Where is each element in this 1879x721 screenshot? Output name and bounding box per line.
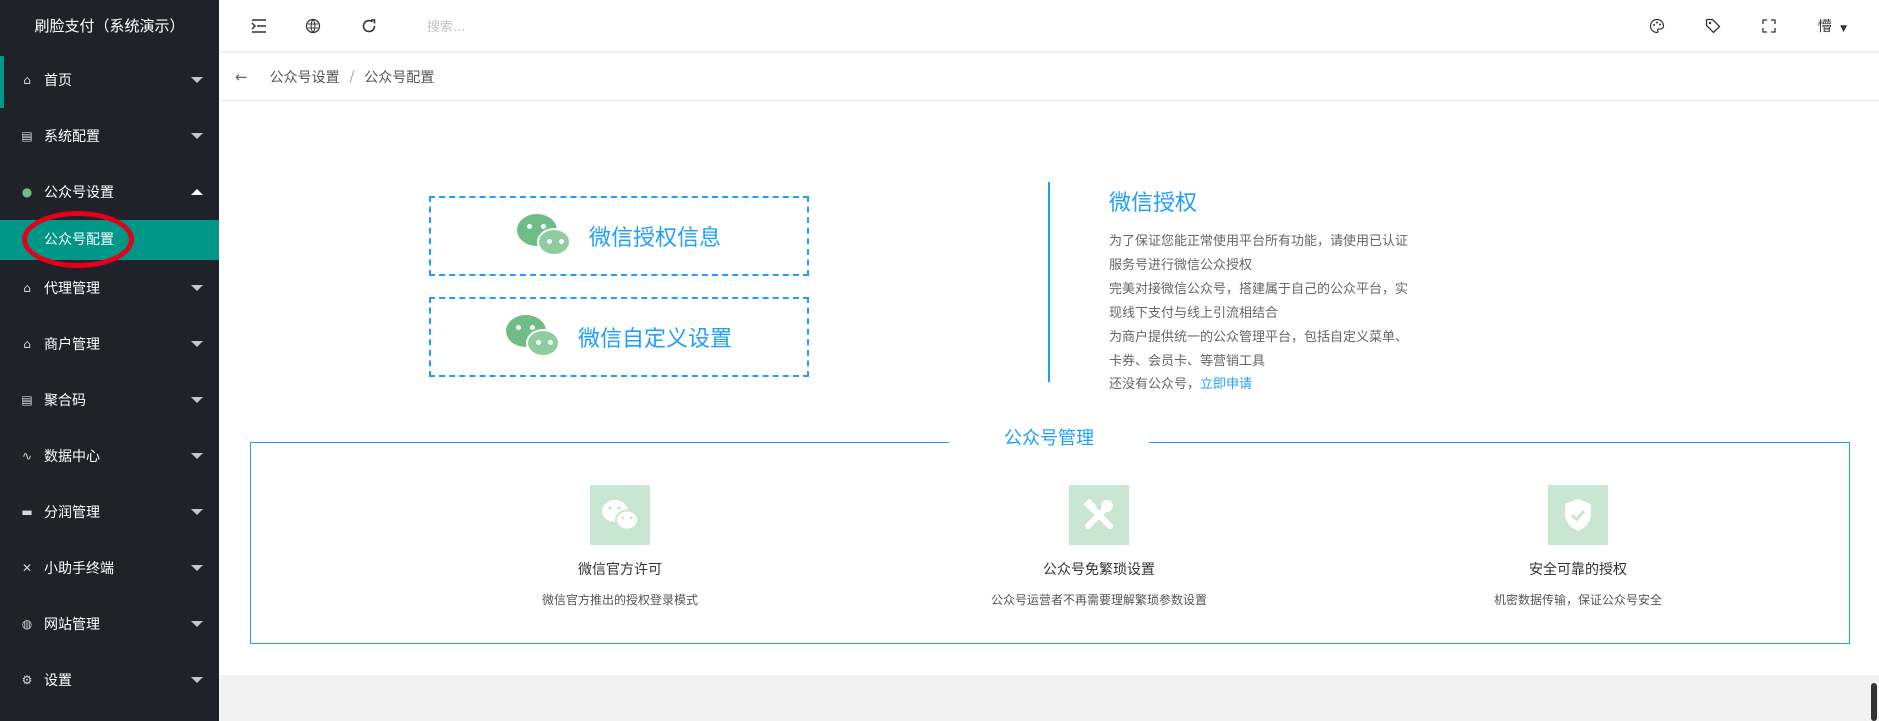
sidebar-item-aggregate-code[interactable]: ▤ 聚合码: [0, 372, 219, 428]
wechat-auth-info-label: 微信授权信息: [588, 226, 721, 251]
sidebar-item-label: 系统配置: [44, 129, 100, 145]
monitor-icon: ▬: [21, 505, 33, 519]
breadcrumb-item[interactable]: 公众号设置: [270, 67, 340, 87]
sidebar-item-settings[interactable]: ⚙ 设置: [0, 652, 219, 708]
back-arrow-icon[interactable]: ←: [235, 68, 248, 86]
search-input[interactable]: 搜索...: [427, 16, 465, 35]
sidebar-item-official-account[interactable]: ● 公众号设置: [0, 164, 219, 220]
management-title: 公众号管理: [949, 424, 1149, 450]
auth-paragraph: 为了保证您能正常使用平台所有功能，请使用已认证服务号进行微信公众授权: [1109, 234, 1409, 273]
wechat-custom-settings-button[interactable]: 微信自定义设置: [429, 297, 809, 377]
chevron-down-icon: [191, 77, 203, 83]
sidebar-item-label: 商户管理: [44, 337, 100, 353]
feature-easy-setup: 公众号免繁琐设置 公众号运营者不再需要理解繁琐参数设置: [929, 485, 1269, 608]
auth-paragraph: 为商户提供统一的公众管理平台，包括自定义菜单、卡券、会员卡、等营销工具: [1109, 330, 1409, 369]
fullscreen-icon[interactable]: [1757, 14, 1781, 38]
apply-prefix: 还没有公众号，: [1109, 377, 1201, 392]
config-icon: ▤: [21, 393, 33, 407]
feature-official-license: 微信官方许可 微信官方推出的授权登录模式: [450, 485, 790, 608]
shield-check-icon: [1548, 485, 1608, 545]
sidebar-item-label: 聚合码: [44, 393, 86, 409]
sidebar-item-agent[interactable]: ⌂ 代理管理: [0, 260, 219, 316]
chevron-down-icon: [191, 133, 203, 139]
palette-icon[interactable]: [1645, 14, 1669, 38]
feature-desc: 机密数据传输，保证公众号安全: [1493, 593, 1662, 607]
apply-now-link[interactable]: 立即申请: [1200, 377, 1252, 392]
globe-icon: ◍: [21, 617, 33, 631]
chevron-down-icon: [191, 453, 203, 459]
wechat-icon: ●: [21, 185, 33, 199]
breadcrumb: ← 公众号设置 / 公众号配置: [219, 53, 1879, 101]
sidebar-item-data-center[interactable]: ∿ 数据中心: [0, 428, 219, 484]
chevron-down-icon: [191, 621, 203, 627]
sidebar: 刷脸支付（系统演示） ⌂ 首页 ▤ 系统配置 ● 公众号设置 公众号配置 ⌂ 代…: [0, 0, 219, 721]
breadcrumb-item-current: 公众号配置: [364, 69, 435, 86]
sidebar-item-label: 小助手终端: [44, 561, 114, 577]
user-menu[interactable]: 懵 ▼: [1818, 16, 1847, 36]
wechat-custom-settings-label: 微信自定义设置: [577, 327, 732, 352]
home-icon: ⌂: [23, 337, 31, 351]
auth-panel-title: 微信授权: [1109, 191, 1198, 216]
sidebar-item-assistant-terminal[interactable]: ✕ 小助手终端: [0, 540, 219, 596]
caret-down-icon: ▼: [1840, 24, 1847, 34]
globe-icon[interactable]: [301, 14, 325, 38]
feature-title: 安全可靠的授权: [1529, 562, 1627, 578]
chevron-down-icon: [191, 565, 203, 571]
wechat-icon: [516, 214, 573, 258]
gear-icon: ⚙: [21, 673, 33, 687]
app-title: 刷脸支付（系统演示）: [0, 0, 219, 52]
sidebar-item-label: 公众号设置: [44, 185, 114, 201]
refresh-icon[interactable]: [357, 14, 381, 38]
auth-apply-line: 还没有公众号，立即申请: [1109, 373, 1409, 397]
sidebar-item-home[interactable]: ⌂ 首页: [0, 52, 219, 108]
sidebar-item-merchant[interactable]: ⌂ 商户管理: [0, 316, 219, 372]
config-icon: ▤: [21, 129, 33, 143]
chevron-down-icon: [191, 397, 203, 403]
sidebar-item-label: 代理管理: [44, 281, 100, 297]
feature-secure-auth: 安全可靠的授权 机密数据传输，保证公众号安全: [1408, 485, 1748, 608]
wechat-icon: [505, 315, 562, 359]
sidebar-item-website[interactable]: ◍ 网站管理: [0, 596, 219, 652]
pulse-icon: ∿: [21, 449, 33, 463]
breadcrumb-separator: /: [349, 68, 355, 85]
sidebar-item-label: 网站管理: [44, 617, 100, 633]
tag-icon[interactable]: [1701, 14, 1725, 38]
sidebar-item-label: 设置: [44, 673, 72, 689]
main-content: 微信授权信息 微信自定义设置 微信授权 为了保证您能正常使用平台所有功能，请使用…: [219, 101, 1879, 675]
divider: [1048, 182, 1050, 382]
sidebar-item-profit-sharing[interactable]: ▬ 分润管理: [0, 484, 219, 540]
auth-paragraph: 完美对接微信公众号，搭建属于自己的公众平台，实现线下支付与线上引流相结合: [1109, 282, 1409, 321]
wechat-icon: [590, 485, 650, 545]
sidebar-item-system-config[interactable]: ▤ 系统配置: [0, 108, 219, 164]
feature-desc: 微信官方推出的授权登录模式: [541, 593, 698, 607]
top-header: 搜索... 懵 ▼: [219, 0, 1879, 52]
chevron-up-icon: [191, 189, 203, 195]
annotation-circle: [22, 211, 134, 268]
chevron-down-icon: [191, 677, 203, 683]
feature-title: 微信官方许可: [578, 562, 662, 578]
home-icon: ⌂: [23, 73, 31, 87]
chevron-down-icon: [191, 509, 203, 515]
chevron-down-icon: [191, 285, 203, 291]
home-icon: ⌂: [23, 281, 31, 295]
scrollbar[interactable]: [1871, 683, 1877, 721]
sidebar-item-label: 分润管理: [44, 505, 100, 521]
wechat-auth-info-button[interactable]: 微信授权信息: [429, 196, 809, 276]
tools-icon: [1069, 485, 1129, 545]
username: 懵: [1817, 19, 1832, 35]
feature-title: 公众号免繁琐设置: [1043, 562, 1155, 578]
sidebar-item-label: 数据中心: [44, 449, 100, 465]
feature-desc: 公众号运营者不再需要理解繁琐参数设置: [990, 593, 1207, 607]
sidebar-item-label: 首页: [44, 73, 72, 89]
tools-icon: ✕: [21, 561, 33, 575]
chevron-down-icon: [191, 341, 203, 347]
menu-toggle-icon[interactable]: [247, 14, 271, 38]
